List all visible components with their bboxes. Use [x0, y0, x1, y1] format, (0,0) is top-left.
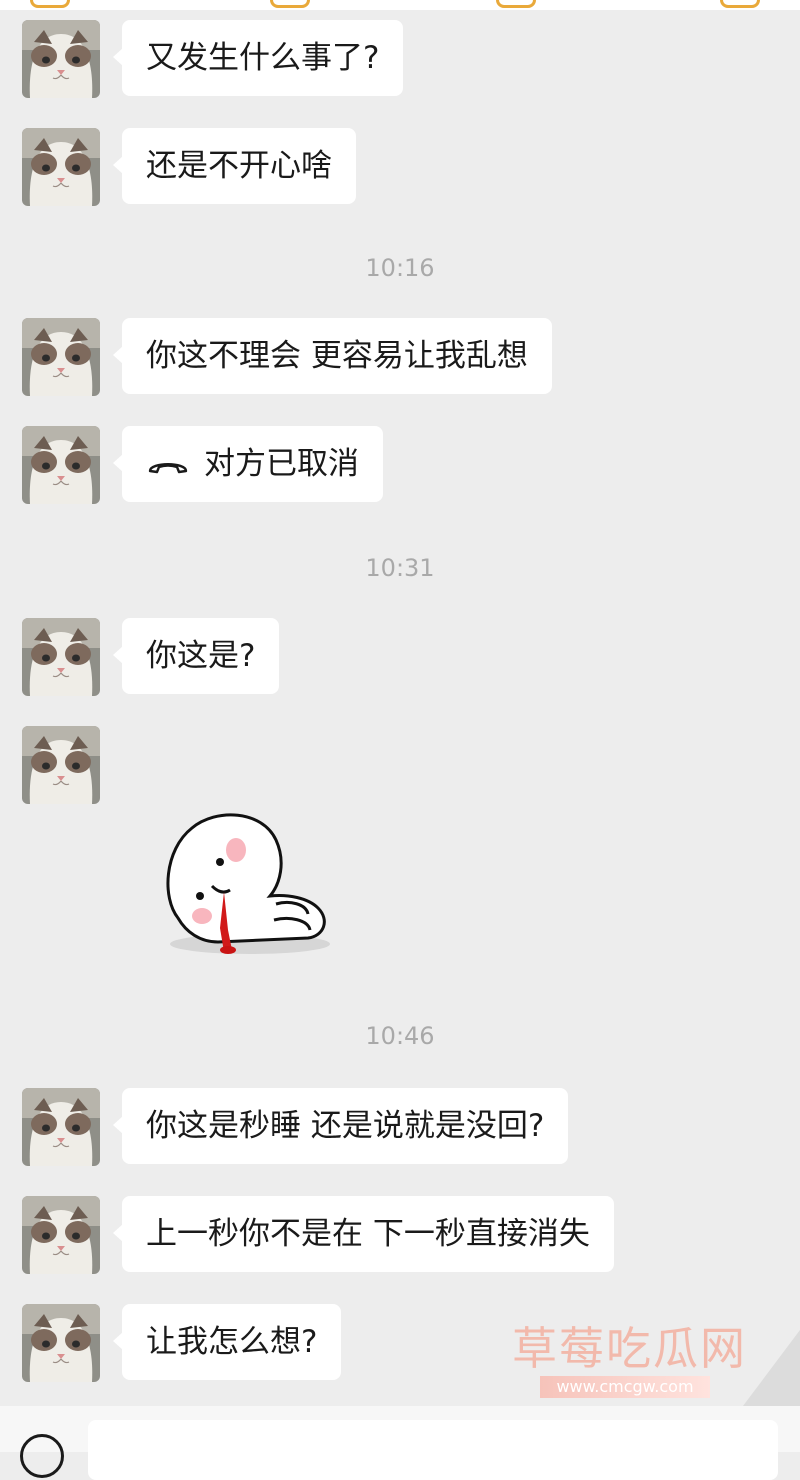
call-status-text: 对方已取消 [204, 446, 359, 482]
avatar[interactable] [22, 318, 100, 396]
camera-icon[interactable] [270, 0, 310, 8]
phone-hangup-icon [148, 462, 188, 473]
avatar[interactable] [22, 20, 100, 98]
folder-icon[interactable] [720, 0, 760, 8]
white-blob-bleeding-sticker[interactable] [158, 800, 338, 960]
watermark-url: www.cmcgw.com [540, 1376, 710, 1398]
avatar[interactable] [22, 726, 100, 804]
message-input[interactable] [88, 1420, 778, 1480]
call-record-bubble[interactable]: 对方已取消 [113, 426, 383, 502]
voice-input-icon[interactable] [20, 1434, 64, 1478]
avatar[interactable] [22, 128, 100, 206]
input-bar [0, 1406, 800, 1480]
timestamp: 10:46 [365, 1022, 435, 1050]
top-toolbar [0, 0, 800, 10]
timestamp: 10:31 [365, 554, 435, 582]
message-bubble[interactable]: 让我怎么想? [112, 1304, 342, 1380]
avatar[interactable] [22, 426, 100, 504]
message-bubble[interactable]: 你这是? [112, 618, 280, 694]
message-bubble[interactable]: 还是不开心啥 [113, 128, 356, 204]
watermark-title: 草莓吃瓜网 [512, 1322, 748, 1375]
avatar[interactable] [22, 618, 100, 696]
ball-icon[interactable] [496, 0, 536, 8]
message-bubble[interactable]: 又发生什么事了? [112, 20, 404, 96]
timestamp: 10:16 [365, 254, 435, 282]
message-bubble[interactable]: 你这不理会 更容易让我乱想 [113, 318, 552, 394]
avatar[interactable] [22, 1088, 100, 1166]
avatar[interactable] [22, 1196, 100, 1274]
message-bubble[interactable]: 上一秒你不是在 下一秒直接消失 [113, 1196, 614, 1272]
user-icon[interactable] [30, 0, 70, 8]
message-bubble[interactable]: 你这是秒睡 还是说就是没回? [112, 1088, 569, 1164]
avatar[interactable] [22, 1304, 100, 1382]
